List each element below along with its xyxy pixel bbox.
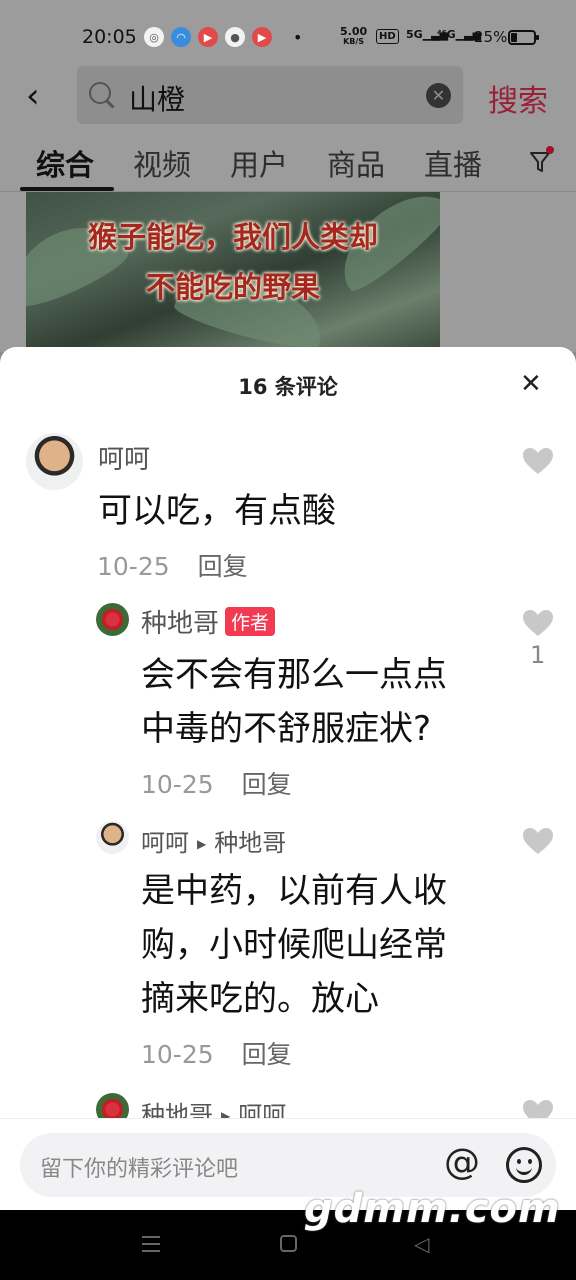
home-icon[interactable]	[280, 1235, 297, 1252]
battery-percent: 25%	[474, 28, 508, 46]
browser-app-icon: ◎	[144, 27, 164, 47]
status-time: 20:05	[82, 26, 137, 48]
battery-icon	[508, 30, 539, 45]
hd-voice-icon: HD	[376, 29, 399, 44]
back-arrow-icon[interactable]: ‹	[26, 76, 40, 116]
comment-date: 10-25	[141, 770, 214, 799]
heart-icon[interactable]	[522, 609, 554, 637]
comment-meta: 10-25 回复	[97, 547, 248, 583]
signal-5g-label: 5G	[406, 28, 423, 41]
search-input[interactable]: 山橙 ✕	[77, 66, 463, 124]
reply-button[interactable]: 回复	[198, 552, 248, 581]
comment-text: 可以吃，有点酸	[98, 491, 336, 531]
comment-date: 10-25	[141, 1040, 214, 1069]
avatar[interactable]	[26, 433, 83, 490]
tab-products[interactable]: 商品	[327, 142, 385, 184]
more-notifications-dot-icon: •	[293, 28, 303, 47]
comment-username[interactable]: 呵呵 ▶ 种地哥	[141, 823, 286, 858]
search-icon	[89, 82, 111, 104]
author-badge: 作者	[225, 607, 276, 636]
watermark: gdmm.com	[304, 1186, 561, 1232]
tab-videos[interactable]: 视频	[133, 142, 191, 184]
comment-username[interactable]: 种地哥 作者	[141, 603, 276, 640]
reply-button[interactable]: 回复	[242, 770, 292, 799]
filter-icon[interactable]	[530, 150, 550, 174]
comment-text-line2: 中毒的不舒服症状?	[141, 709, 432, 749]
search-tabs: 综合 视频 用户 商品 直播	[0, 138, 576, 192]
search-query: 山橙	[129, 83, 186, 116]
network-speed-unit: KB/S	[343, 37, 365, 46]
network-speed: 5.00 KB/S	[340, 25, 368, 47]
comment-username-text: 呵呵	[141, 829, 189, 857]
status-bar: 20:05 ◎ ◠ ▶ ● ▶ • 5.00 KB/S HD 5G▁▃▅ ⁴⁶G…	[0, 0, 576, 62]
filter-notification-dot	[546, 146, 554, 154]
like-count: 1	[530, 641, 546, 669]
reply-to-username[interactable]: 种地哥	[214, 829, 286, 857]
tab-users[interactable]: 用户	[230, 142, 288, 184]
emoji-icon[interactable]	[506, 1147, 542, 1183]
video-title-line1: 猴子能吃，我们人类却	[87, 220, 378, 254]
video-app-icon: ▶	[198, 27, 218, 47]
reply-arrow-icon: ▶	[197, 837, 207, 851]
comment-username-text: 种地哥	[141, 609, 220, 639]
comment-text-line1: 会不会有那么一点点	[141, 655, 447, 695]
clear-search-icon[interactable]: ✕	[426, 83, 451, 108]
search-header: ‹ 山橙 ✕ 搜索 综合 视频 用户 商品 直播	[0, 62, 576, 192]
comment-text-line3: 摘来吃的。放心	[141, 979, 379, 1019]
comment-placeholder: 留下你的精彩评论吧	[40, 1157, 239, 1182]
reply-button[interactable]: 回复	[242, 1040, 292, 1069]
video-title-line2: 不能吃的野果	[145, 270, 320, 304]
video-thumbnail[interactable]: 猴子能吃，我们人类却 不能吃的野果	[26, 192, 440, 352]
comments-sheet: 16 条评论 ✕ 呵呵 可以吃，有点酸 10-25 回复 种地哥 作者 会不会有那么…	[0, 347, 576, 1210]
active-tab-indicator	[20, 187, 114, 191]
comment-text-line2: 购，小时候爬山经常	[141, 925, 447, 965]
signal-4g-label: ⁴⁶G	[437, 28, 456, 41]
recent-apps-icon[interactable]	[142, 1236, 160, 1252]
play-app-icon: ▶	[252, 27, 272, 47]
network-speed-value: 5.00	[340, 25, 368, 38]
at-mention-icon[interactable]: @	[444, 1142, 480, 1183]
notification-icons: ◎ ◠ ▶ ● ▶	[144, 27, 272, 47]
comment-meta: 10-25 回复	[141, 1035, 292, 1071]
close-icon[interactable]: ✕	[520, 369, 542, 399]
cloud-app-icon: ◠	[171, 27, 191, 47]
search-results: 猴子能吃，我们人类却 不能吃的野果	[0, 192, 576, 352]
heart-icon[interactable]	[522, 827, 554, 855]
avatar[interactable]	[96, 821, 129, 854]
avatar[interactable]	[96, 603, 129, 636]
search-button[interactable]: 搜索	[488, 76, 548, 120]
tab-all[interactable]: 综合	[36, 142, 94, 184]
tab-live[interactable]: 直播	[424, 142, 482, 184]
comment-text-line1: 是中药，以前有人收	[141, 871, 447, 911]
comment-meta: 10-25 回复	[141, 765, 292, 801]
comment-username[interactable]: 呵呵	[98, 439, 150, 476]
comment-date: 10-25	[97, 552, 170, 581]
back-triangle-icon[interactable]: ◁	[414, 1232, 429, 1256]
comments-count-title: 16 条评论	[238, 375, 338, 399]
heart-icon[interactable]	[522, 447, 554, 475]
map-pin-app-icon: ●	[225, 27, 245, 47]
